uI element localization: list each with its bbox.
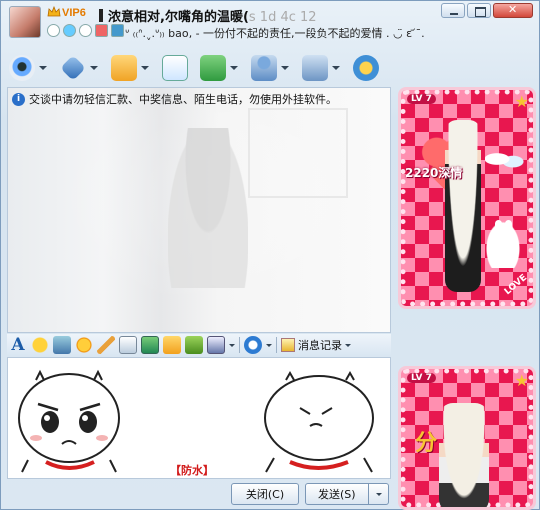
- settings-icon: [302, 55, 328, 81]
- mobile-icon[interactable]: [95, 24, 108, 37]
- mail-icon: [162, 55, 188, 81]
- main-toolbar: [9, 53, 383, 83]
- webcam-icon: [9, 55, 35, 81]
- security-notice-text: 交谈中请勿轻信汇款、中奖信息、陌生电话，勿使用外挂软件。: [29, 93, 337, 106]
- anti-spam-label: 【防水】: [170, 464, 214, 477]
- history-icon: [281, 338, 295, 352]
- chevron-down-icon[interactable]: [90, 66, 98, 70]
- friend-show-panel[interactable]: LV 7 ★ 2220深情 LOVE: [398, 87, 536, 309]
- crying-sticker: [18, 369, 120, 473]
- magic-emoji-icon[interactable]: [53, 336, 71, 354]
- chevron-down-icon[interactable]: [332, 66, 340, 70]
- maximize-button[interactable]: [467, 3, 491, 18]
- folder-icon: [111, 55, 137, 81]
- send-options-button[interactable]: [368, 484, 388, 504]
- minimize-button[interactable]: [441, 3, 465, 18]
- send-mail-button[interactable]: [162, 53, 194, 83]
- qzone-icon[interactable]: [63, 24, 76, 37]
- shake-icon[interactable]: [75, 336, 93, 354]
- game-icon: [353, 55, 379, 81]
- chevron-down-icon[interactable]: [266, 343, 272, 347]
- send-button[interactable]: 发送(S): [305, 483, 389, 505]
- verified-icon[interactable]: [111, 24, 124, 37]
- image-icon[interactable]: [141, 336, 159, 354]
- background-window: [248, 108, 348, 198]
- user-icon: [251, 55, 277, 81]
- level-badge: LV 7: [407, 94, 436, 104]
- smug-sticker: [264, 370, 374, 473]
- message-input[interactable]: 【防水】: [7, 357, 391, 479]
- close-button[interactable]: 关闭(C): [231, 483, 299, 505]
- voice-call-button[interactable]: [60, 53, 105, 83]
- divider: [239, 337, 240, 353]
- window-controls: [441, 3, 533, 18]
- send-file-button[interactable]: [111, 53, 156, 83]
- screenshot-icon[interactable]: [207, 336, 225, 354]
- avatar-figure: [445, 120, 481, 292]
- send-label: 发送(S): [318, 488, 356, 501]
- message-history-button[interactable]: 消息记录: [281, 337, 351, 353]
- friend-button[interactable]: [251, 53, 296, 83]
- chevron-down-icon[interactable]: [141, 66, 149, 70]
- show-glyph: 分: [415, 431, 438, 456]
- signature: ᐡ ₍₍ᐢ.ˬ.ᐡ₎₎ bao‚ - 一份付不起的责任,一段负不起的爱情 . ◡…: [125, 27, 425, 40]
- crown-icon: [47, 6, 61, 17]
- contact-name-obscured: s 1d 4c 12: [248, 10, 317, 25]
- contact-name-text: 浓意相对,尔嘴角的温暖(: [108, 10, 249, 25]
- avatar-figure: [439, 403, 489, 507]
- close-window-button[interactable]: [493, 3, 533, 18]
- background-photo: [168, 128, 248, 288]
- doodle-icon[interactable]: [97, 336, 115, 354]
- chevron-down-icon[interactable]: [281, 66, 289, 70]
- bunny-icon: [485, 220, 521, 268]
- name-marker: [99, 9, 103, 22]
- online-status-icon[interactable]: [47, 24, 60, 37]
- vip-badge: VIP6: [62, 7, 86, 19]
- star-icon: ★: [514, 92, 529, 111]
- tencent-icon[interactable]: [79, 24, 92, 37]
- info-icon: i: [12, 92, 25, 106]
- title-bar: VIP6 浓意相对,尔嘴角的温暖(s 1d 4c 12 ᐡ ₍₍ᐢ.ˬ.ᐡ₎₎ …: [1, 1, 539, 41]
- whiteboard-icon[interactable]: [119, 336, 137, 354]
- chevron-down-icon[interactable]: [39, 66, 47, 70]
- gift-icon[interactable]: [185, 336, 203, 354]
- chevron-down-icon[interactable]: [230, 66, 238, 70]
- level-badge: LV 7: [407, 373, 436, 383]
- status-icons: [47, 24, 124, 37]
- video-call-button[interactable]: [9, 53, 54, 83]
- music-icon[interactable]: [163, 336, 181, 354]
- avatar[interactable]: [9, 6, 41, 38]
- font-icon[interactable]: A: [9, 336, 27, 354]
- apps-button[interactable]: [200, 53, 245, 83]
- contact-name[interactable]: 浓意相对,尔嘴角的温暖(s 1d 4c 12: [99, 6, 317, 25]
- app-add-icon: [200, 55, 226, 81]
- emoji-icon[interactable]: [31, 336, 49, 354]
- chevron-down-icon: [375, 492, 382, 496]
- chat-history[interactable]: i 交谈中请勿轻信汇款、中奖信息、陌生电话，勿使用外挂软件。: [7, 87, 391, 333]
- microphone-icon: [60, 55, 86, 81]
- chat-window: VIP6 浓意相对,尔嘴角的温暖(s 1d 4c 12 ᐡ ₍₍ᐢ.ˬ.ᐡ₎₎ …: [0, 0, 540, 510]
- divider: [276, 337, 277, 353]
- chevron-down-icon[interactable]: [229, 343, 235, 347]
- my-show-panel[interactable]: LV 7 ★ 分: [398, 366, 536, 510]
- chevron-down-icon: [345, 343, 351, 347]
- format-toolbar: A 消息记录: [7, 334, 391, 356]
- sogou-icon[interactable]: [244, 336, 262, 354]
- history-label: 消息记录: [298, 339, 342, 352]
- settings-button[interactable]: [302, 53, 347, 83]
- star-icon: ★: [514, 371, 529, 390]
- show-score: 2220深情: [405, 166, 463, 180]
- game-button[interactable]: [353, 53, 383, 83]
- security-notice: i 交谈中请勿轻信汇款、中奖信息、陌生电话，勿使用外挂软件。: [12, 91, 337, 107]
- wings-icon: [485, 146, 525, 172]
